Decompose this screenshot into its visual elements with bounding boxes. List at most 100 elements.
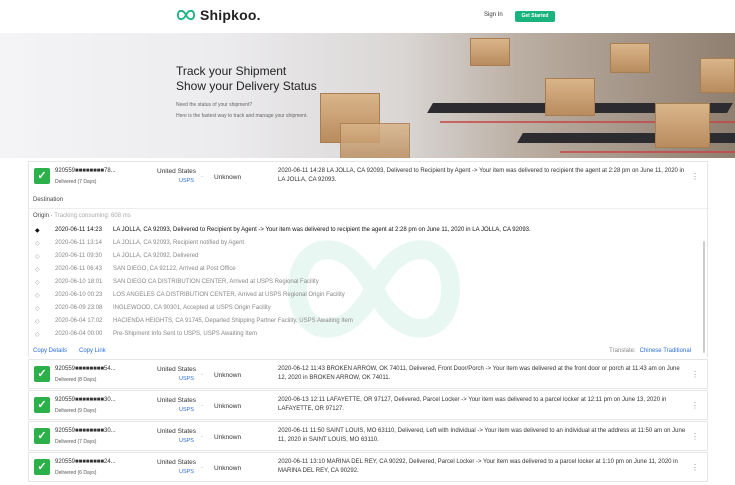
tracking-number: 920559■■■■■■■■30... [55,428,116,434]
translate-language-select[interactable]: Chinese Traditional [640,348,691,354]
hero-box [610,43,650,73]
top-nav: Shipkoo. Sign In Get Started [0,0,735,33]
event-text: LA JOLLA, CA 92093, Recipient notified b… [113,240,245,246]
event-text: INGLEWOOD, CA 90301, Accepted at USPS Or… [113,305,271,311]
shipment-card[interactable]: ✓ 920559■■■■■■■■54... Delivered (8 Days)… [28,359,708,389]
hero-sub-line2: Here is the fastest way to track and man… [176,113,308,119]
more-options-icon[interactable]: ⋮ [691,463,699,472]
carrier-link[interactable]: USPS [179,469,194,475]
delivery-status: Delivered (9 Days) [55,408,97,414]
translate-label: Translate: [609,348,636,354]
hero-title-line1: Track your Shipment [176,64,287,78]
detail-scrollbar[interactable] [703,241,705,353]
hero-title: Track your Shipment Show your Delivery S… [176,64,317,94]
event-datetime: 2020-06-11 06:43 [55,266,102,272]
tracking-number: 920559■■■■■■■■54... [55,366,116,372]
event-row: ◇ 2020-06-04 00:00 Pre-Shipment Info Sen… [35,330,695,342]
event-datetime: 2020-06-09 23:08 [55,305,103,311]
arrow-right-icon: → [199,371,204,377]
tracking-number: 920559■■■■■■■■30... [55,397,116,403]
shipment-detail-panel: Destination Origin · Tracking consuming:… [28,189,709,357]
check-icon: ✓ [34,428,50,444]
event-datetime: 2020-06-04 00:00 [55,331,103,337]
event-datetime: 2020-06-11 09:30 [55,253,102,259]
get-started-button[interactable]: Get Started [515,11,555,22]
more-options-icon[interactable]: ⋮ [691,172,699,181]
shipment-card[interactable]: ✓ 920559■■■■■■■■24... Delivered (6 Days)… [28,452,708,482]
carrier-link[interactable]: USPS [179,376,194,382]
event-datetime: 2020-06-04 17:02 [55,318,103,324]
shipment-card-expanded[interactable]: ✓ 920559■■■■■■■■78... Delivered (7 Days)… [28,161,708,191]
carrier-link[interactable]: USPS [179,407,194,413]
timeline-dot-icon: ◇ [35,241,40,247]
event-text: SAN DIEGO, CA 92122, Arrived at Post Off… [113,266,236,272]
check-icon: ✓ [34,459,50,475]
delivery-status: Delivered (8 Days) [55,377,97,383]
destination-country: United States [157,366,197,373]
delivery-status: Delivered (7 Days) [55,439,97,445]
event-datetime: 2020-06-10 00:23 [55,292,103,298]
copy-details-link[interactable]: Copy Details [33,348,67,354]
timeline-dot-icon: ◆ [35,228,40,234]
event-row: ◇ 2020-06-11 13:14 LA JOLLA, CA 92093, R… [35,239,695,251]
origin-country: Unknown [214,434,242,441]
check-icon: ✓ [34,397,50,413]
timeline-dot-icon: ◇ [35,280,40,286]
carrier-link[interactable]: USPS [179,178,194,184]
infinity-logo-icon [176,9,196,21]
shipment-card[interactable]: ✓ 920559■■■■■■■■30... Delivered (9 Days)… [28,390,708,420]
arrow-right-icon: → [199,464,204,470]
hero-box [655,103,710,148]
more-options-icon[interactable]: ⋮ [691,401,699,410]
event-row: ◆ 2020-06-11 14:23 LA JOLLA, CA 92093, D… [35,226,695,238]
more-options-icon[interactable]: ⋮ [691,370,699,379]
destination-country: United States [157,168,197,175]
destination-country: United States [157,397,197,404]
hero-sub-line1: Need the status of your shipment? [176,102,253,108]
delivery-status: Delivered (7 Days) [55,179,97,185]
hero-light-beam [560,151,735,153]
tracking-time-note: Tracking consuming: 608 ms [54,213,131,219]
event-row: ◇ 2020-06-11 09:30 LA JOLLA, CA 92092, D… [35,252,695,264]
hero-title-line2: Show your Delivery Status [176,79,317,93]
event-datetime: 2020-06-11 14:23 [55,227,102,233]
brand-logo[interactable]: Shipkoo. [176,7,261,23]
origin-country: Unknown [214,465,242,472]
shipment-card[interactable]: ✓ 920559■■■■■■■■30... Delivered (7 Days)… [28,421,708,451]
event-row: ◇ 2020-06-04 17:02 HACIENDA HEIGHTS, CA … [35,317,695,329]
timeline-dot-icon: ◇ [35,332,40,338]
event-datetime: 2020-06-11 13:14 [55,240,102,246]
timeline-dot-icon: ◇ [35,306,40,312]
origin-country: Unknown [214,403,242,410]
timeline-dot-icon: ◇ [35,267,40,273]
arrow-right-icon: → [199,173,204,179]
copy-link-link[interactable]: Copy Link [79,348,106,354]
latest-event: 2020-06-11 14:28 LA JOLLA, CA 92093, Del… [278,168,685,183]
timeline-dot-icon: ◇ [35,319,40,325]
event-text: LA JOLLA, CA 92092, Delivered [113,253,199,259]
hero-box [545,78,595,116]
event-row: ◇ 2020-06-10 00:23 LOS ANGELES CA DISTRI… [35,291,695,303]
destination-country: United States [157,428,197,435]
latest-event: 2020-06-12 11:43 BROKEN ARROW, OK 74011,… [278,366,680,381]
tracking-number: 920559■■■■■■■■24... [55,459,116,465]
divider [29,208,709,209]
event-row: ◇ 2020-06-11 06:43 SAN DIEGO, CA 92122, … [35,265,695,277]
destination-country: United States [157,459,197,466]
sign-in-link[interactable]: Sign In [484,12,503,18]
brand-name: Shipkoo. [200,7,261,23]
event-row: ◇ 2020-06-09 23:08 INGLEWOOD, CA 90301, … [35,304,695,316]
event-row: ◇ 2020-06-10 18:01 SAN DIEGO CA DISTRIBU… [35,278,695,290]
origin-country: Unknown [214,174,242,181]
more-options-icon[interactable]: ⋮ [691,432,699,441]
hero-banner: Track your Shipment Show your Delivery S… [0,33,735,158]
arrow-right-icon: → [199,402,204,408]
carrier-link[interactable]: USPS [179,438,194,444]
latest-event: 2020-06-11 11:50 SAINT LOUIS, MO 63110, … [278,428,686,443]
timeline-dot-icon: ◇ [35,293,40,299]
latest-event: 2020-06-13 12:11 LAFAYETTE, OR 97127, De… [278,397,667,412]
translate-control: Translate: Chinese Traditional [609,348,691,354]
check-icon: ✓ [34,366,50,382]
latest-event: 2020-06-11 13:10 MARINA DEL REY, CA 9029… [278,459,678,474]
timeline-dot-icon: ◇ [35,254,40,260]
